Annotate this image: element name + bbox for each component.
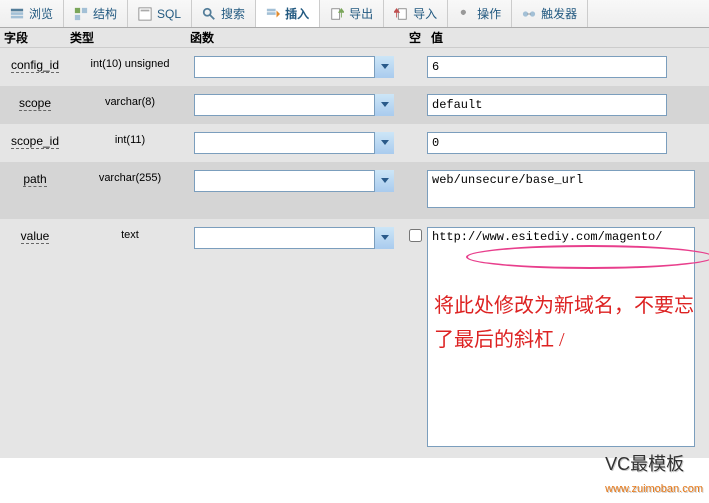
tab-triggers[interactable]: 触发器 (512, 0, 588, 27)
function-select[interactable] (194, 94, 394, 116)
field-name: config_id (0, 54, 70, 72)
field-type: text (70, 225, 190, 241)
field-name: scope_id (0, 130, 70, 148)
tab-label: 操作 (477, 5, 501, 22)
tab-label: 浏览 (29, 5, 53, 22)
browse-icon (10, 7, 24, 21)
header-null: 空 (405, 29, 425, 46)
trigger-icon (522, 7, 536, 21)
sql-icon (138, 7, 152, 21)
tab-label: SQL (157, 7, 181, 21)
value-textarea[interactable]: web/unsecure/base_url (427, 170, 695, 208)
tab-label: 导入 (413, 5, 437, 22)
tab-label: 导出 (349, 5, 373, 22)
header-func: 函数 (190, 29, 405, 46)
top-tabs: 浏览 结构 SQL 搜索 插入 导出 导入 操作 触发器 (0, 0, 709, 28)
field-name: scope (0, 92, 70, 110)
field-type: varchar(255) (70, 168, 190, 184)
function-select[interactable] (194, 227, 394, 249)
value-input[interactable] (427, 132, 667, 154)
table-row: config_id int(10) unsigned (0, 48, 709, 86)
table-row: scope_id int(11) (0, 124, 709, 162)
tab-label: 搜索 (221, 5, 245, 22)
tab-insert[interactable]: 插入 (256, 0, 320, 27)
table-row: scope varchar(8) (0, 86, 709, 124)
null-checkbox[interactable] (409, 229, 422, 242)
import-icon (394, 7, 408, 21)
header-type: 类型 (70, 29, 190, 46)
tab-label: 插入 (285, 5, 309, 22)
tab-search[interactable]: 搜索 (192, 0, 256, 27)
annotation-text: 将此处修改为新域名，不要忘 了最后的斜杠 / (434, 289, 694, 357)
export-icon (330, 7, 344, 21)
field-name: path (0, 168, 70, 186)
tab-structure[interactable]: 结构 (64, 0, 128, 27)
structure-icon (74, 7, 88, 21)
header-value: 值 (425, 29, 709, 46)
field-name: value (0, 225, 70, 243)
function-select[interactable] (194, 132, 394, 154)
tab-sql[interactable]: SQL (128, 0, 192, 27)
function-select[interactable] (194, 170, 394, 192)
insert-icon (266, 7, 280, 21)
tab-label: 触发器 (541, 5, 577, 22)
tab-export[interactable]: 导出 (320, 0, 384, 27)
watermark: VC最模板 www.zuimoban.com (605, 450, 703, 497)
column-header-row: 字段 类型 函数 空 值 (0, 28, 709, 48)
tab-import[interactable]: 导入 (384, 0, 448, 27)
tab-browse[interactable]: 浏览 (0, 0, 64, 27)
wrench-icon (458, 7, 472, 21)
table-row: path varchar(255) web/unsecure/base_url (0, 162, 709, 219)
tab-operations[interactable]: 操作 (448, 0, 512, 27)
function-select[interactable] (194, 56, 394, 78)
tab-label: 结构 (93, 5, 117, 22)
field-type: int(11) (70, 130, 190, 146)
field-type: int(10) unsigned (70, 54, 190, 70)
value-input[interactable] (427, 94, 667, 116)
value-input[interactable] (427, 56, 667, 78)
header-field: 字段 (0, 29, 70, 46)
field-type: varchar(8) (70, 92, 190, 108)
search-icon (202, 7, 216, 21)
